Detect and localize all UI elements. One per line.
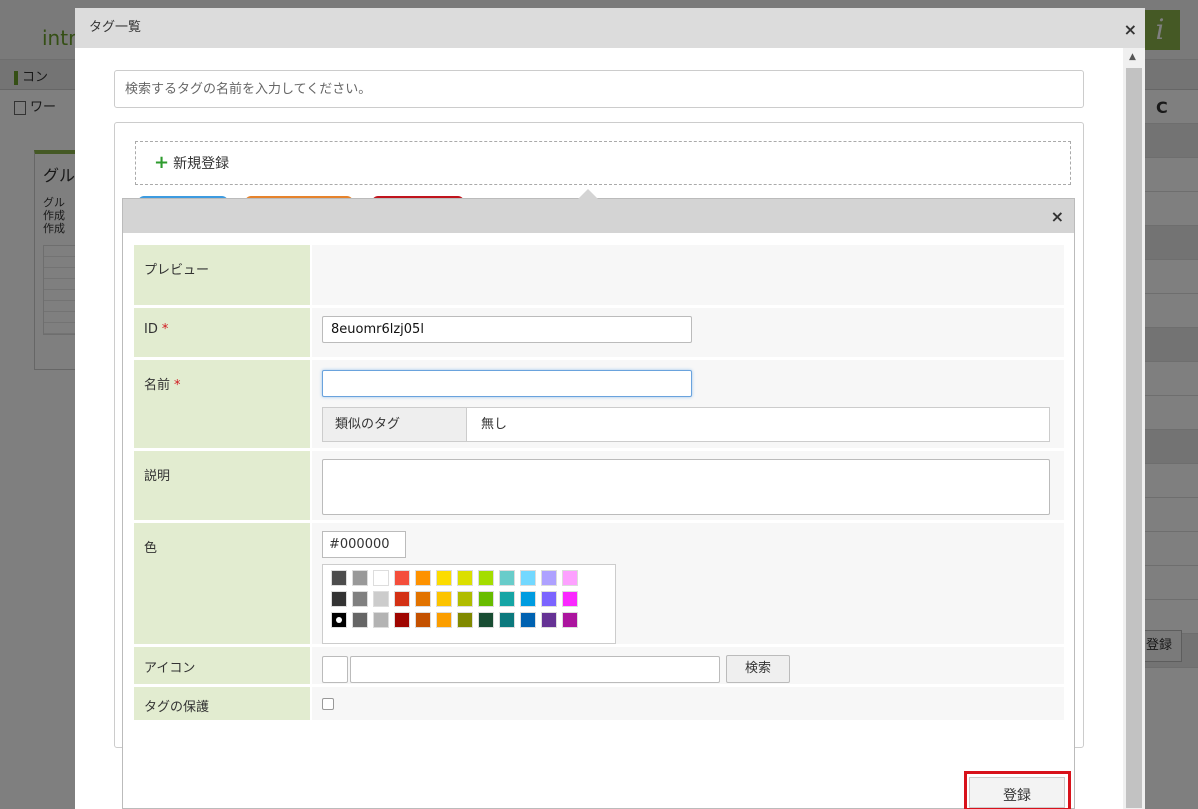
color-swatch[interactable] xyxy=(541,612,557,628)
color-swatch[interactable] xyxy=(415,591,431,607)
required-mark: * xyxy=(174,378,181,393)
description-label: 説明 xyxy=(134,451,310,520)
protect-label: タグの保護 xyxy=(134,687,310,720)
color-swatch[interactable] xyxy=(562,612,578,628)
new-register-button[interactable]: + 新規登録 xyxy=(135,141,1071,185)
submit-highlight: 登録 xyxy=(964,771,1071,809)
color-swatch[interactable] xyxy=(499,570,515,586)
color-swatch[interactable] xyxy=(541,591,557,607)
scrollbar[interactable]: ▲ xyxy=(1123,48,1145,809)
color-swatch[interactable] xyxy=(352,570,368,586)
color-hex-input[interactable]: #000000 xyxy=(322,531,406,558)
protect-cell xyxy=(312,687,1064,720)
tag-register-dialog: × プレビュー ID* 名前* 類似のタグ 無し 説明 xyxy=(122,189,1075,809)
id-label: ID * xyxy=(134,308,310,357)
dialog-title: タグ一覧 xyxy=(75,8,1145,48)
color-swatch[interactable] xyxy=(394,570,410,586)
required-mark: * xyxy=(161,322,169,337)
color-swatch[interactable] xyxy=(331,570,347,586)
color-palette xyxy=(322,564,616,644)
color-swatch[interactable] xyxy=(436,591,452,607)
id-cell xyxy=(312,308,1064,357)
form-row-icon: アイコン 検索 xyxy=(134,647,1064,687)
color-swatch[interactable] xyxy=(499,591,515,607)
color-swatch[interactable] xyxy=(373,612,389,628)
tag-form: プレビュー ID* 名前* 類似のタグ 無し 説明 xyxy=(134,245,1064,723)
color-swatch[interactable] xyxy=(478,591,494,607)
name-cell: 類似のタグ 無し xyxy=(312,360,1064,448)
color-swatch[interactable] xyxy=(394,612,410,628)
icon-search-button[interactable]: 検索 xyxy=(726,655,791,683)
new-register-label: 新規登録 xyxy=(173,156,230,172)
color-swatch[interactable] xyxy=(436,570,452,586)
icon-preview xyxy=(322,655,348,683)
form-row-description: 説明 xyxy=(134,451,1064,523)
color-swatch[interactable] xyxy=(457,570,473,586)
id-label-text: ID xyxy=(144,322,158,337)
color-swatch[interactable] xyxy=(373,591,389,607)
color-swatch[interactable] xyxy=(478,612,494,628)
color-swatch[interactable] xyxy=(331,612,347,628)
color-swatch[interactable] xyxy=(541,570,557,586)
color-swatch[interactable] xyxy=(457,591,473,607)
color-swatch[interactable] xyxy=(394,591,410,607)
tag-search-input[interactable] xyxy=(114,70,1084,108)
form-row-color: 色 #000000 xyxy=(134,523,1064,647)
icon-cell: 検索 xyxy=(312,647,1064,684)
color-swatch[interactable] xyxy=(415,612,431,628)
scroll-up-icon[interactable]: ▲ xyxy=(1129,52,1136,62)
preview-area xyxy=(312,245,1064,305)
color-swatch[interactable] xyxy=(415,570,431,586)
color-label: 色 xyxy=(134,523,310,644)
similar-tags-label: 類似のタグ xyxy=(323,408,467,441)
similar-tags-value: 無し xyxy=(481,417,508,432)
form-row-preview: プレビュー xyxy=(134,245,1064,308)
id-input[interactable] xyxy=(322,316,692,343)
color-swatch[interactable] xyxy=(478,570,494,586)
color-swatch[interactable] xyxy=(352,612,368,628)
color-swatch[interactable] xyxy=(331,591,347,607)
color-swatch[interactable] xyxy=(520,612,536,628)
palette-row xyxy=(331,612,615,633)
palette-row xyxy=(331,591,615,612)
color-swatch[interactable] xyxy=(562,591,578,607)
name-input[interactable] xyxy=(322,370,692,397)
color-swatch[interactable] xyxy=(520,570,536,586)
dialog-titlebar xyxy=(123,199,1074,233)
color-swatch[interactable] xyxy=(436,612,452,628)
color-swatch[interactable] xyxy=(499,612,515,628)
palette-row xyxy=(331,570,615,591)
dialog-pointer xyxy=(578,189,598,199)
description-textarea[interactable] xyxy=(322,459,1050,515)
color-swatch[interactable] xyxy=(520,591,536,607)
scroll-thumb[interactable] xyxy=(1126,68,1142,808)
color-swatch[interactable] xyxy=(562,570,578,586)
form-row-id: ID * xyxy=(134,308,1064,360)
icon-label: アイコン xyxy=(134,647,310,684)
color-swatch[interactable] xyxy=(373,570,389,586)
form-row-protect: タグの保護 xyxy=(134,687,1064,723)
close-icon[interactable]: × xyxy=(1124,20,1137,39)
plus-icon: + xyxy=(154,152,170,173)
preview-label: プレビュー xyxy=(134,245,310,305)
similar-tags: 類似のタグ 無し xyxy=(322,407,1050,442)
name-label-text: 名前 xyxy=(144,378,171,393)
color-cell: #000000 xyxy=(312,523,1064,644)
protect-checkbox[interactable] xyxy=(322,698,334,710)
description-cell xyxy=(312,451,1064,520)
color-swatch[interactable] xyxy=(352,591,368,607)
icon-input[interactable] xyxy=(350,655,720,683)
close-icon[interactable]: × xyxy=(1051,207,1064,226)
submit-button[interactable]: 登録 xyxy=(969,777,1065,808)
form-row-name: 名前 * 類似のタグ 無し xyxy=(134,360,1064,451)
color-swatch[interactable] xyxy=(457,612,473,628)
name-label: 名前 * xyxy=(134,360,310,448)
